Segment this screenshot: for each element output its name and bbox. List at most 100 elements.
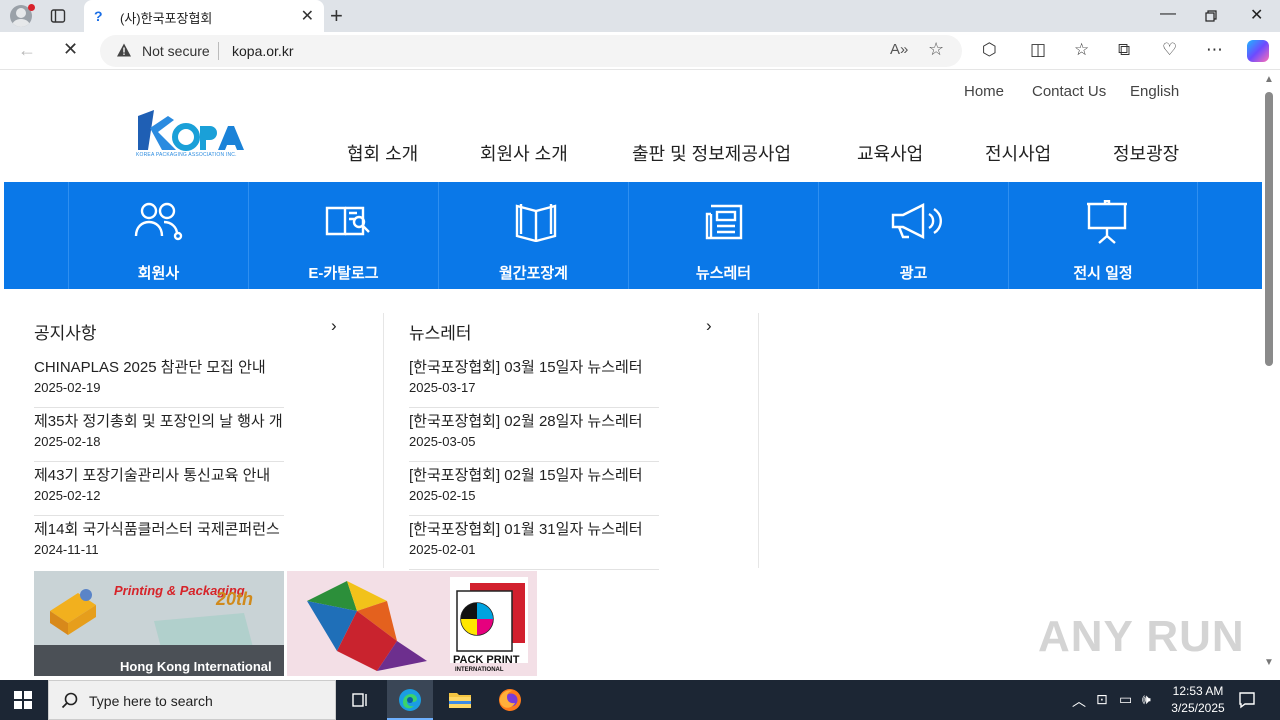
firefox-taskbar-button[interactable] [487,680,533,720]
newsletter-title[interactable]: [한국포장협회] 03월 15일자 뉴스레터 [409,356,659,377]
system-clock[interactable]: 12:53 AM 3/25/2025 [1163,683,1233,717]
collections-icon[interactable]: ⧉ [1118,41,1130,58]
notice-title[interactable]: CHINAPLAS 2025 참관단 모집 안내 [34,356,284,377]
file-explorer-button[interactable] [437,680,483,720]
file-explorer-icon [449,693,471,708]
tab-actions-icon[interactable] [50,8,66,24]
copilot-icon[interactable] [1247,40,1269,62]
nav-member-companies[interactable]: 회원사 소개 [480,140,568,166]
close-window-icon[interactable]: ✕ [1250,5,1263,25]
restore-icon[interactable] [1205,10,1217,22]
nav-exhibition[interactable]: 전시사업 [985,140,1051,166]
network-icon[interactable]: ▭ [1119,691,1132,708]
newsletter-date: 2025-03-05 [409,434,476,449]
contact-us-link[interactable]: Contact Us [1032,83,1106,100]
notice-date: 2025-02-19 [34,380,101,395]
notice-title[interactable]: 제14회 국가식품클러스터 국제콘퍼런스 [34,518,284,539]
url-text[interactable]: kopa.or.kr [232,43,293,59]
windows-taskbar: Type here to search ︿ ⊡ ▭ 🕪 12:53 AM 3/2… [0,680,1280,720]
notice-date: 2024-11-11 [34,542,99,557]
newsletter-more-icon[interactable]: › [706,316,712,336]
minimize-icon[interactable]: — [1160,5,1176,23]
browser-tab-bar: ? (사)한국포장협회 ✕ + — ✕ [0,0,1280,32]
browser-essentials-icon[interactable]: ♡ [1162,41,1177,58]
tab-favicon-icon: ? [94,8,103,24]
web-page: Home Contact Us English KOREA PACKAGING … [4,70,1262,676]
windows-start-icon[interactable] [14,691,32,709]
newsletter-icon [705,204,743,240]
search-icon [61,692,78,709]
stop-loading-icon[interactable]: ✕ [63,39,78,60]
extensions-icon[interactable]: ⬡ [982,41,997,58]
edge-taskbar-button[interactable] [387,680,433,720]
newsletter-date: 2025-03-17 [409,380,476,395]
quick-advertising[interactable]: 광고 [818,182,1008,289]
nav-info-plaza[interactable]: 정보광장 [1113,140,1179,166]
favorites-icon[interactable]: ☆ [1074,41,1089,58]
banner-caption-line1: PACK PRINT [453,654,520,666]
notice-date: 2025-02-12 [34,488,101,503]
scroll-down-arrow-icon[interactable]: ▼ [1264,657,1274,668]
browser-toolbar: ← ✕ Not secure kopa.or.kr A» ☆ ⬡ ◫ ☆ ⧉ ♡… [0,32,1280,70]
scroll-up-arrow-icon[interactable]: ▲ [1264,74,1274,85]
quick-newsletter[interactable]: 뉴스레터 [628,182,818,289]
warning-icon[interactable] [116,42,132,58]
read-aloud-icon[interactable]: A» [890,41,908,58]
meet-now-icon[interactable]: ⊡ [1096,691,1108,708]
newsletter-title[interactable]: [한국포장협회] 02월 15일자 뉴스레터 [409,464,659,485]
newsletter-date: 2025-02-01 [409,542,476,557]
quick-label: 월간포장계 [498,265,568,282]
newsletter-title[interactable]: [한국포장협회] 01월 31일자 뉴스레터 [409,518,659,539]
home-link[interactable]: Home [964,83,1004,100]
more-menu-icon[interactable]: ⋯ [1206,41,1223,58]
back-icon[interactable]: ← [18,40,36,61]
newsletter-item[interactable]: [한국포장협회] 01월 31일자 뉴스레터 2025-02-01 [409,516,659,570]
e-catalog-icon [325,206,370,236]
newsletter-title[interactable]: [한국포장협회] 02월 28일자 뉴스레터 [409,410,659,431]
quick-members[interactable]: 회원사 [68,182,248,289]
english-link[interactable]: English [1130,83,1179,100]
new-tab-icon[interactable]: + [330,3,343,29]
quick-monthly-magazine[interactable]: 월간포장계 [438,182,628,289]
notification-center-icon[interactable] [1238,691,1256,709]
nav-education[interactable]: 교육사업 [857,140,923,166]
volume-icon[interactable]: 🕪 [1142,691,1151,708]
presentation-board-icon [1087,200,1127,244]
pack-print-international-banner[interactable]: PACK PRINT INTERNATIONAL [287,571,537,676]
address-bar[interactable]: Not secure kopa.or.kr A» ☆ [100,35,962,67]
notice-item[interactable]: CHINAPLAS 2025 참관단 모집 안내 2025-02-19 [34,354,284,408]
quick-label: 광고 [899,265,928,282]
hk-printing-packaging-banner[interactable]: Printing & Packaging 20th Hong Kong Inte… [34,571,284,676]
quick-label: 뉴스레터 [695,265,752,282]
newsletter-item[interactable]: [한국포장협회] 03월 15일자 뉴스레터 2025-03-17 [409,354,659,408]
notice-date: 2025-02-18 [34,434,101,449]
banner-caption: Hong Kong International [120,659,272,674]
notice-title[interactable]: 제35차 정기총회 및 포장인의 날 행사 개 [34,410,284,431]
tray-overflow-icon[interactable]: ︿ [1072,691,1086,711]
notice-item[interactable]: 제35차 정기총회 및 포장인의 날 행사 개 2025-02-18 [34,408,284,462]
column-divider [758,313,759,568]
newsletter-item[interactable]: [한국포장협회] 02월 28일자 뉴스레터 2025-03-05 [409,408,659,462]
not-secure-label[interactable]: Not secure [142,43,210,59]
favorite-star-icon[interactable]: ☆ [928,39,944,60]
search-placeholder: Type here to search [89,693,213,709]
nav-association-intro[interactable]: 협회 소개 [347,140,418,166]
book-icon [515,204,557,242]
newsletter-item[interactable]: [한국포장협회] 02월 15일자 뉴스레터 2025-02-15 [409,462,659,516]
notice-item[interactable]: 제43기 포장기술관리사 통신교육 안내 2025-02-12 [34,462,284,516]
megaphone-icon [891,203,942,239]
taskbar-search-box[interactable]: Type here to search [48,680,336,720]
tab-active[interactable]: ? (사)한국포장협회 ✕ [84,0,324,32]
close-tab-icon[interactable]: ✕ [301,6,314,26]
split-screen-icon[interactable]: ◫ [1030,41,1046,58]
banner-caption-line2: INTERNATIONAL [455,667,504,673]
notice-item[interactable]: 제14회 국가식품클러스터 국제콘퍼런스 2024-11-11 [34,516,284,570]
nav-publishing[interactable]: 출판 및 정보제공사업 [632,140,791,166]
notice-title[interactable]: 제43기 포장기술관리사 통신교육 안내 [34,464,284,485]
task-view-button[interactable] [337,680,383,720]
quick-e-catalog[interactable]: E-카탈로그 [248,182,438,289]
quick-menu-bar: 회원사 E-카탈로그 월간포장계 뉴스레터 광고 전시 일정 [4,182,1262,289]
scrollbar-thumb[interactable] [1265,92,1273,366]
notice-more-icon[interactable]: › [331,316,337,336]
quick-exhibition-schedule[interactable]: 전시 일정 [1008,182,1198,289]
